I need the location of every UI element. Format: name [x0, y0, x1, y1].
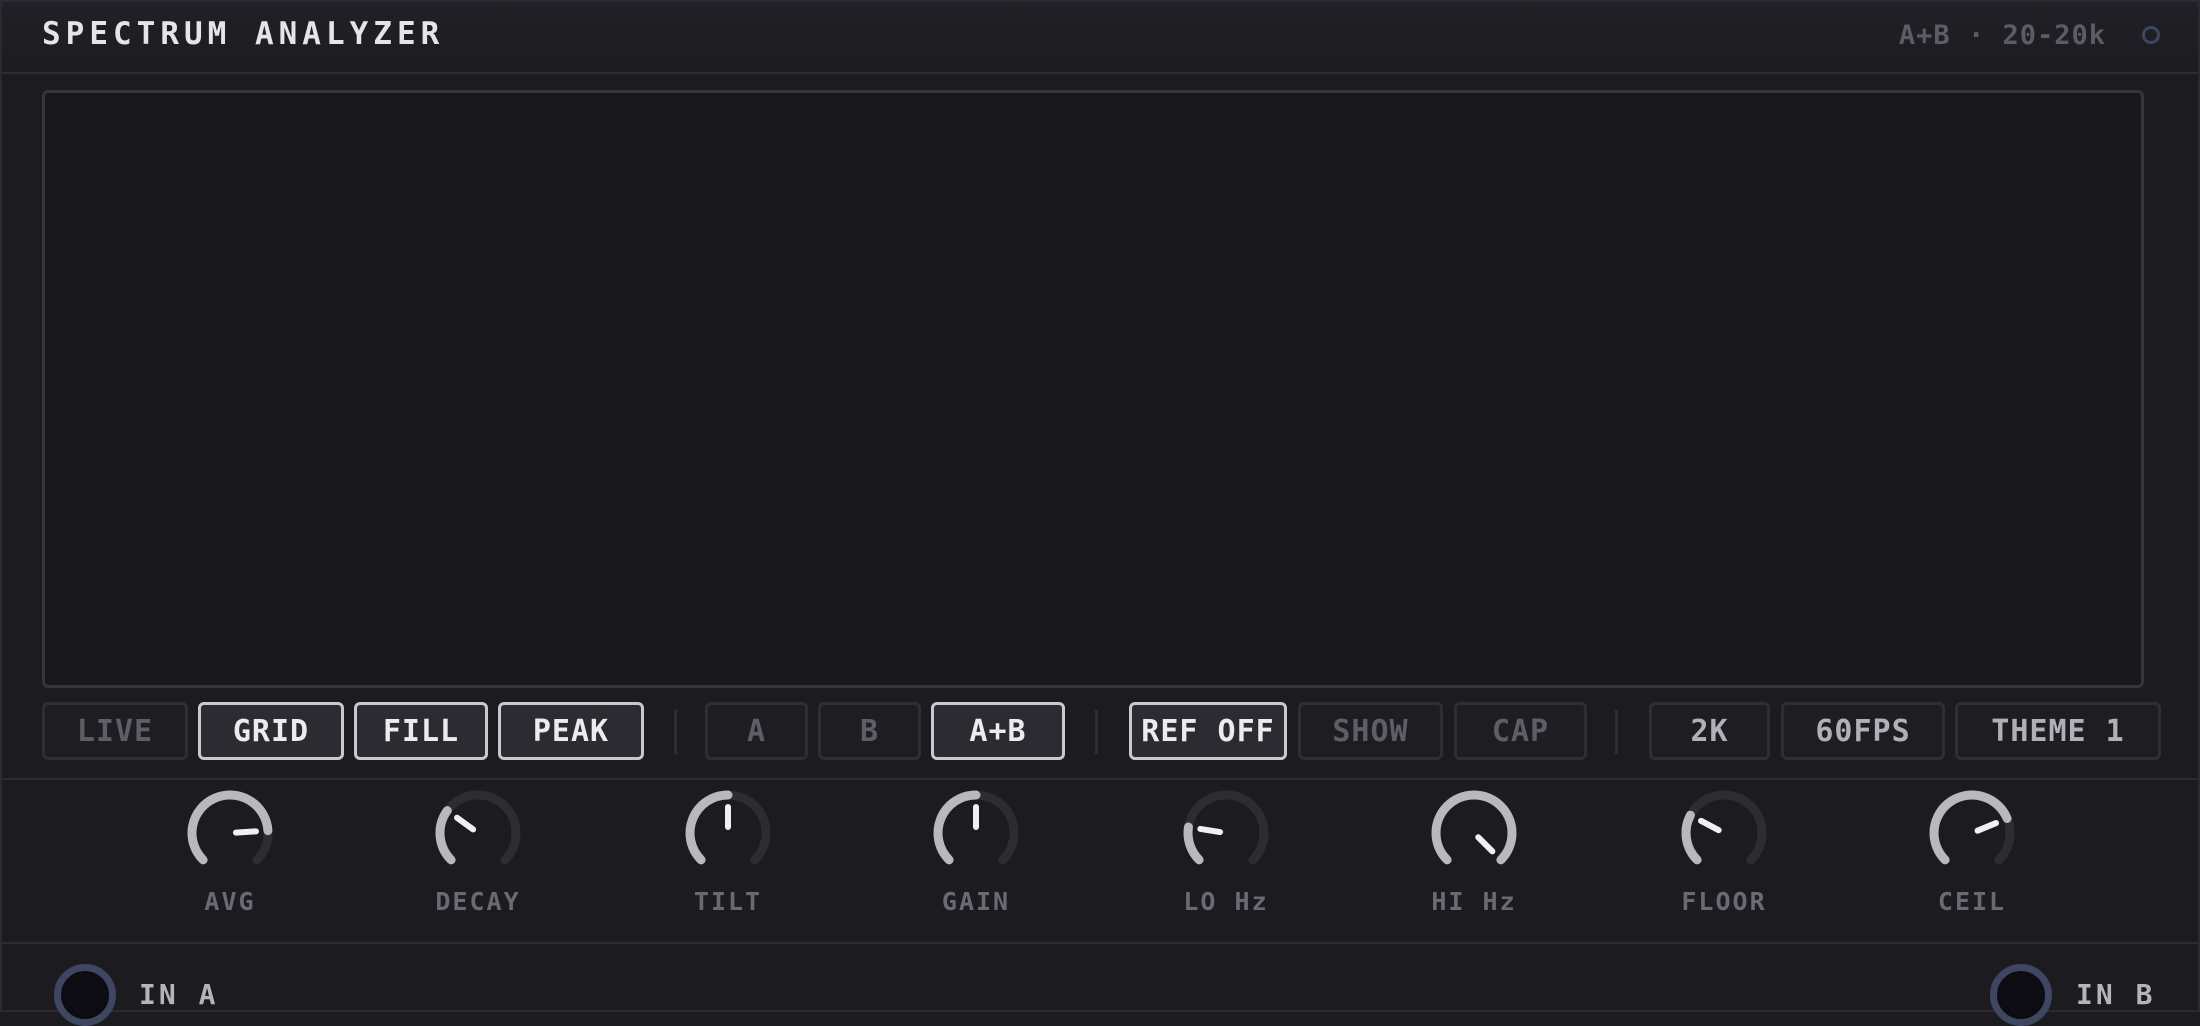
capture-button[interactable]: CAP	[1454, 702, 1587, 760]
knob-label: GAIN	[941, 887, 1011, 916]
fill-button[interactable]: FILL	[354, 702, 488, 760]
knob-dial-icon[interactable]	[1180, 787, 1272, 879]
knob-label: TILT	[693, 887, 763, 916]
knob-dial-icon[interactable]	[682, 787, 774, 879]
tilt-knob[interactable]: TILT	[668, 787, 788, 917]
footer: IN A IN B	[2, 942, 2198, 1026]
knob-value-arc	[435, 806, 456, 865]
knob-track	[435, 790, 521, 865]
module-title: SPECTRUM ANALYZER	[42, 16, 445, 52]
fps-button[interactable]: 60FPS	[1781, 702, 1945, 760]
toolbar-divider	[1095, 710, 1098, 754]
spectrum-analyzer-panel: SPECTRUM ANALYZER A+B · 20-20k LIVE GRID…	[0, 0, 2200, 1026]
knob-value-arc	[187, 790, 273, 865]
knob-label: CEIL	[1937, 887, 2007, 916]
knob-dial-icon[interactable]	[184, 787, 276, 879]
resolution-button[interactable]: 2K	[1649, 702, 1770, 760]
knob-dial-icon[interactable]	[432, 787, 524, 879]
knob-pointer	[232, 828, 259, 836]
lo-hz-knob[interactable]: LO Hz	[1166, 787, 1286, 917]
knob-value-arc	[1183, 822, 1204, 865]
gain-knob[interactable]: GAIN	[916, 787, 1036, 917]
status-readout: A+B · 20-20k	[1898, 20, 2106, 51]
knob-label: HI Hz	[1431, 887, 1517, 916]
toolbar-divider	[674, 710, 677, 754]
channel-b-button[interactable]: B	[818, 702, 921, 760]
knob-label: LO Hz	[1183, 887, 1269, 916]
knob-dial-icon[interactable]	[1926, 787, 2018, 879]
show-button[interactable]: SHOW	[1298, 702, 1443, 760]
knob-pointer	[453, 814, 477, 833]
spectrum-display[interactable]	[42, 90, 2144, 688]
theme-button[interactable]: THEME 1	[1955, 702, 2161, 760]
decay-knob[interactable]: DECAY	[418, 787, 538, 917]
peak-button[interactable]: PEAK	[498, 702, 644, 760]
knob-value-arc	[685, 790, 733, 865]
live-button[interactable]: LIVE	[42, 702, 188, 760]
floor-knob[interactable]: FLOOR	[1664, 787, 1784, 917]
knob-dial-icon[interactable]	[930, 787, 1022, 879]
knob-label: DECAY	[435, 887, 521, 916]
hi-hz-knob[interactable]: HI Hz	[1414, 787, 1534, 917]
channel-a-button[interactable]: A	[705, 702, 808, 760]
knob-dial-icon[interactable]	[1678, 787, 1770, 879]
knob-value-arc	[933, 790, 981, 865]
knob-track	[1681, 790, 1767, 865]
avg-knob[interactable]: AVG	[170, 787, 290, 917]
grid-button[interactable]: GRID	[198, 702, 344, 760]
input-a-label: IN A	[139, 978, 219, 1011]
toolbar: LIVE GRID FILL PEAK A B A+B REF OFF SHOW…	[2, 700, 2198, 780]
knob-dial-icon[interactable]	[1428, 787, 1520, 879]
knob-value-arc	[1431, 790, 1517, 865]
input-a-jack-icon[interactable]	[54, 964, 116, 1026]
knob-value-arc	[1929, 790, 2012, 865]
toolbar-divider	[1615, 710, 1618, 754]
knob-label: AVG	[204, 887, 256, 916]
input-b-label: IN B	[2076, 978, 2156, 1011]
channel-ab-button[interactable]: A+B	[931, 702, 1065, 760]
header: SPECTRUM ANALYZER A+B · 20-20k	[2, 2, 2198, 74]
knob-value-arc	[1681, 810, 1702, 865]
knob-pointer	[1475, 834, 1496, 855]
input-b-jack-icon[interactable]	[1990, 964, 2052, 1026]
status-led-icon	[2142, 26, 2160, 44]
ref-off-button[interactable]: REF OFF	[1129, 702, 1287, 760]
knob-pointer	[1698, 817, 1722, 834]
knob-label: FLOOR	[1681, 887, 1767, 916]
knob-pointer	[1197, 825, 1224, 836]
knob-pointer	[1974, 820, 2000, 834]
ceil-knob[interactable]: CEIL	[1912, 787, 2032, 917]
